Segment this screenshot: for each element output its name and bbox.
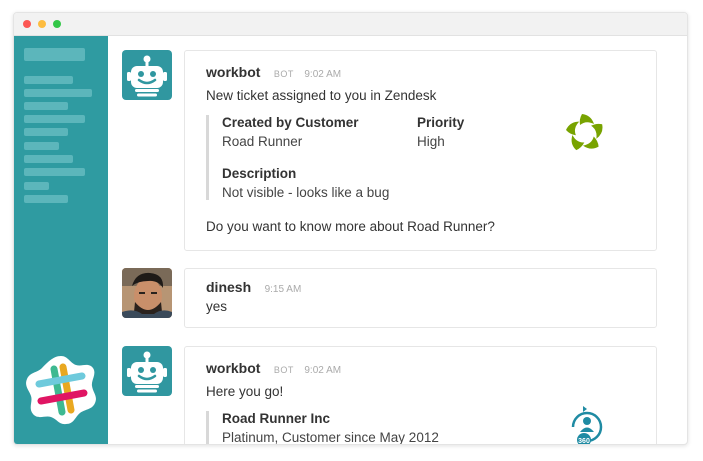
- icon-360-label: 360: [578, 438, 590, 444]
- field-value: Not visible - looks like a bug: [222, 185, 390, 200]
- message-card: dinesh 9:15 AM yes: [184, 268, 657, 328]
- message-text: yes: [206, 299, 228, 314]
- message-header: workbot BOT 9:02 AM: [206, 360, 341, 378]
- message-text: Here you go!: [206, 384, 284, 399]
- field-value: Road Runner: [222, 134, 303, 149]
- message-card: workbot BOT 9:02 AM Here you go! Road Ru…: [184, 346, 657, 444]
- message-followup-text: Do you want to know more about Road Runn…: [206, 219, 495, 234]
- sidebar-item[interactable]: [24, 155, 73, 163]
- sidebar: [14, 36, 108, 444]
- workbot-avatar[interactable]: [122, 50, 172, 100]
- field-label: Priority: [417, 115, 465, 130]
- field-value: Platinum, Customer since May 2012: [222, 430, 439, 444]
- message-header: workbot BOT 9:02 AM: [206, 64, 341, 82]
- dinesh-avatar[interactable]: [122, 268, 172, 318]
- title-bar: [14, 13, 687, 36]
- workbot-avatar[interactable]: [122, 346, 172, 396]
- sidebar-team-name[interactable]: [24, 48, 85, 61]
- field-label: Created by Customer: [222, 115, 359, 130]
- field-value: High: [417, 134, 445, 149]
- sidebar-item[interactable]: [24, 76, 73, 84]
- bot-badge: BOT: [273, 69, 294, 79]
- zendesk-icon: [566, 114, 603, 151]
- sidebar-item[interactable]: [24, 182, 49, 190]
- message-text: New ticket assigned to you in Zendesk: [206, 88, 437, 103]
- message-author[interactable]: workbot: [206, 64, 260, 80]
- message-pane: workbot BOT 9:02 AM New ticket assigned …: [108, 36, 687, 444]
- sidebar-item[interactable]: [24, 128, 68, 136]
- sidebar-item[interactable]: [24, 142, 59, 150]
- maximize-window-button[interactable]: [53, 20, 61, 28]
- field-label: Road Runner Inc: [222, 411, 331, 426]
- bot-badge: BOT: [273, 365, 294, 375]
- user-photo: [122, 268, 172, 318]
- customer-attachment: Road Runner Inc Platinum, Customer since…: [206, 406, 629, 444]
- robot-icon: [127, 55, 167, 97]
- sidebar-item[interactable]: [24, 89, 92, 97]
- app-window: workbot BOT 9:02 AM New ticket assigned …: [13, 12, 688, 445]
- field-label: Description: [222, 166, 297, 181]
- message-card: workbot BOT 9:02 AM New ticket assigned …: [184, 50, 657, 251]
- sidebar-item[interactable]: [24, 115, 85, 123]
- message-timestamp[interactable]: 9:02 AM: [304, 69, 341, 80]
- close-window-button[interactable]: [23, 20, 31, 28]
- slack-logo: [26, 356, 96, 425]
- minimize-window-button[interactable]: [38, 20, 46, 28]
- customer-360-icon: 360: [571, 406, 603, 444]
- sidebar-item[interactable]: [24, 168, 85, 176]
- ticket-attachment: Created by Customer Road Runner Priority…: [206, 114, 629, 200]
- message-timestamp[interactable]: 9:02 AM: [304, 365, 341, 376]
- message-author[interactable]: dinesh: [206, 279, 251, 295]
- message-timestamp[interactable]: 9:15 AM: [265, 284, 302, 295]
- sidebar-item[interactable]: [24, 102, 68, 110]
- robot-icon: [127, 351, 167, 393]
- message-author[interactable]: workbot: [206, 360, 260, 376]
- message-header: dinesh 9:15 AM: [206, 279, 301, 297]
- sidebar-item[interactable]: [24, 195, 68, 203]
